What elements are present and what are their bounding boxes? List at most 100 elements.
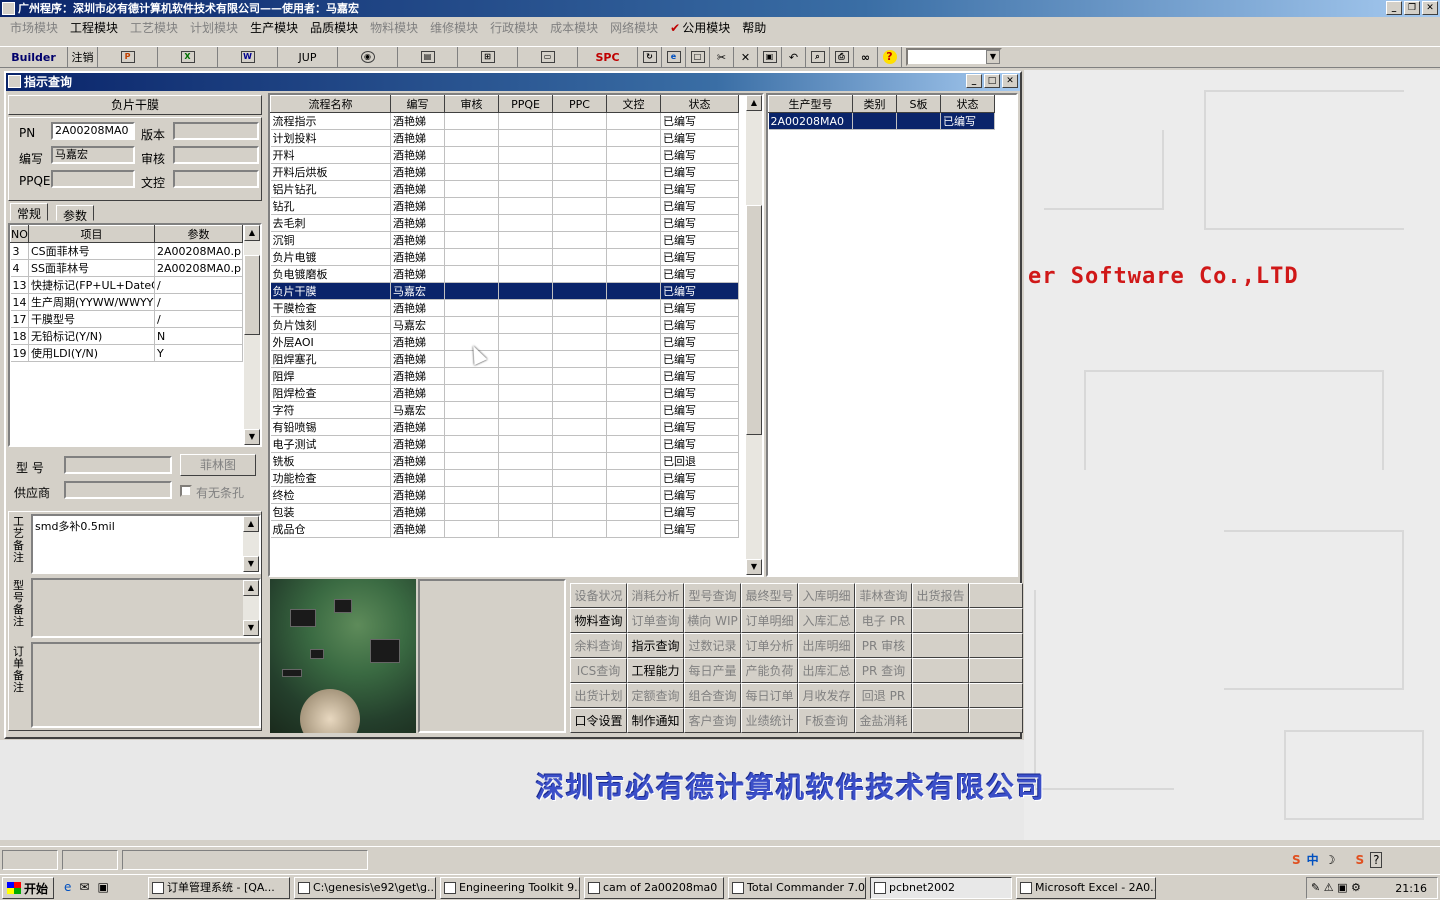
function-button-13[interactable]: 电子 PR xyxy=(855,608,912,633)
network-button[interactable]: ⊞ xyxy=(458,47,518,67)
function-button-15[interactable] xyxy=(969,608,1023,633)
powerpoint-button[interactable]: P xyxy=(98,47,158,67)
flow-table-row[interactable]: 阻焊塞孔 酒艳娣 已编写 xyxy=(270,350,739,368)
view-button[interactable]: ◉ xyxy=(338,47,398,67)
ppqe-field[interactable] xyxy=(51,170,135,188)
function-button-24[interactable]: ICS查询 xyxy=(570,658,627,683)
function-button-12[interactable]: 入库汇总 xyxy=(798,608,855,633)
flow-table-row[interactable]: 包装 酒艳娣 已编写 xyxy=(270,503,739,521)
flow-table-header-5[interactable]: 文控 xyxy=(606,95,661,113)
menu-item-9[interactable]: 成本模块 xyxy=(544,19,604,36)
flow-table-header-6[interactable]: 状态 xyxy=(660,95,739,113)
taskbar-task-2[interactable]: Engineering Toolkit 9.... xyxy=(440,877,580,899)
taskbar-task-6[interactable]: Microsoft Excel - 2A0... xyxy=(1016,877,1156,899)
flow-table-header-3[interactable]: PPQE xyxy=(498,95,553,113)
function-button-27[interactable]: 产能负荷 xyxy=(741,658,798,683)
save-button[interactable]: ▣ xyxy=(758,47,782,67)
function-button-44[interactable]: F板查询 xyxy=(798,708,855,733)
scroll-down-icon[interactable]: ▼ xyxy=(243,556,259,572)
sogou-toolbar-icon[interactable]: S xyxy=(1355,853,1364,867)
function-button-20[interactable]: 出库明细 xyxy=(798,633,855,658)
function-button-39[interactable] xyxy=(969,683,1023,708)
flow-table-row[interactable]: 阻焊 酒艳娣 已编写 xyxy=(270,367,739,385)
flow-table-row[interactable]: 流程指示 酒艳娣 已编写 xyxy=(270,112,739,130)
scroll-down-icon[interactable]: ▼ xyxy=(243,620,259,636)
taskbar-task-1[interactable]: C:\genesis\e92\get\g... xyxy=(294,877,436,899)
function-button-8[interactable]: 物料查询 xyxy=(570,608,627,633)
flow-table-row[interactable]: 阻焊检查 酒艳娣 已编写 xyxy=(270,384,739,402)
model-table-header-1[interactable]: 类别 xyxy=(852,95,897,113)
function-button-37[interactable]: 回退 PR xyxy=(855,683,912,708)
function-button-35[interactable]: 每日订单 xyxy=(741,683,798,708)
menu-item-3[interactable]: 计划模块 xyxy=(184,19,244,36)
help-button[interactable]: ? xyxy=(878,47,902,67)
param-table-row[interactable]: 14 生产周期(YYWW/WWYY) / xyxy=(10,293,243,311)
order-notes-field[interactable] xyxy=(31,642,261,728)
sogou-ime-icon[interactable]: S xyxy=(1292,853,1301,867)
scroll-thumb[interactable] xyxy=(244,255,260,335)
function-button-34[interactable]: 组合查询 xyxy=(684,683,741,708)
logout-button[interactable]: 注销 xyxy=(68,47,98,67)
taskbar-task-4[interactable]: Total Commander 7.0... xyxy=(728,877,866,899)
function-button-14[interactable] xyxy=(912,608,969,633)
taskbar-task-0[interactable]: 订单管理系统 - [QA... xyxy=(148,877,290,899)
start-button[interactable]: 开始 xyxy=(2,877,54,899)
menu-item-2[interactable]: 工艺模块 xyxy=(124,19,184,36)
scroll-up-icon[interactable]: ▲ xyxy=(243,580,259,596)
function-button-17[interactable]: 指示查询 xyxy=(627,633,684,658)
param-table-row[interactable]: 13 快捷标记(FP+UL+DateC / xyxy=(10,276,243,294)
model-table-header-2[interactable]: S板 xyxy=(896,95,941,113)
flow-table-row[interactable]: 电子测试 酒艳娣 已编写 xyxy=(270,435,739,453)
menu-item-1[interactable]: 工程模块 xyxy=(64,19,124,36)
menu-item-4[interactable]: 生产模块 xyxy=(244,19,304,36)
flow-table-row[interactable]: 负片干膜 马嘉宏 已编写 xyxy=(270,282,739,300)
flow-table-row[interactable]: 外层AOI 酒艳娣 已编写 xyxy=(270,333,739,351)
tab-parameters[interactable]: 参数 xyxy=(56,205,95,223)
window-minimize-button[interactable]: _ xyxy=(966,74,982,88)
builder-button[interactable]: Builder xyxy=(0,47,68,67)
scroll-thumb[interactable] xyxy=(746,205,762,435)
function-button-11[interactable]: 订单明细 xyxy=(741,608,798,633)
function-button-3[interactable]: 最终型号 xyxy=(741,583,798,608)
function-button-4[interactable]: 入库明细 xyxy=(798,583,855,608)
menu-item-6[interactable]: 物料模块 xyxy=(364,19,424,36)
param-table-scrollbar[interactable]: ▲ ▼ xyxy=(244,225,260,445)
model-field[interactable] xyxy=(64,456,172,474)
flow-table-row[interactable]: 负片蚀刻 马嘉宏 已编写 xyxy=(270,316,739,334)
window-close-button[interactable]: ✕ xyxy=(1002,74,1018,88)
flow-table-row[interactable]: 负片电镀 酒艳娣 已编写 xyxy=(270,248,739,266)
flow-table-header-1[interactable]: 编写 xyxy=(390,95,445,113)
flow-table-row[interactable]: 字符 马嘉宏 已编写 xyxy=(270,401,739,419)
toolbar-combo[interactable]: ▼ xyxy=(906,48,1002,66)
outlook-quicklaunch-icon[interactable]: ✉ xyxy=(79,880,89,894)
model-table-header-3[interactable]: 状态 xyxy=(940,95,995,113)
function-button-5[interactable]: 菲林查询 xyxy=(855,583,912,608)
undo-button[interactable]: ↶ xyxy=(782,47,806,67)
menu-item-12[interactable]: 帮助 xyxy=(736,19,772,36)
function-button-10[interactable]: 横向 WIP xyxy=(684,608,741,633)
flow-table-row[interactable]: 去毛刺 酒艳娣 已编写 xyxy=(270,214,739,232)
function-button-41[interactable]: 制作通知 xyxy=(627,708,684,733)
flow-table-row[interactable]: 负电镀磨板 酒艳娣 已编写 xyxy=(270,265,739,283)
flow-table-row[interactable]: 铣板 酒艳娣 已回退 xyxy=(270,452,739,470)
preview-button[interactable]: ⌕ xyxy=(806,47,830,67)
scroll-up-icon[interactable]: ▲ xyxy=(746,95,762,111)
moon-icon[interactable]: ☽ xyxy=(1325,853,1336,867)
param-table-row[interactable]: 17 干膜型号 / xyxy=(10,310,243,328)
function-button-0[interactable]: 设备状况 xyxy=(570,583,627,608)
function-button-29[interactable]: PR 查询 xyxy=(855,658,912,683)
menu-item-7[interactable]: 维修模块 xyxy=(424,19,484,36)
menu-item-0[interactable]: 市场模块 xyxy=(4,19,64,36)
print-button[interactable]: ⎙ xyxy=(830,47,854,67)
param-table-row[interactable]: 19 使用LDI(Y/N) Y xyxy=(10,344,243,362)
menu-item-8[interactable]: 行政模块 xyxy=(484,19,544,36)
close-button[interactable]: ✕ xyxy=(1422,1,1438,15)
computer-button[interactable]: ▭ xyxy=(518,47,578,67)
function-button-18[interactable]: 过数记录 xyxy=(684,633,741,658)
function-button-46[interactable] xyxy=(912,708,969,733)
excel-button[interactable]: X xyxy=(158,47,218,67)
pn-field[interactable]: 2A00208MA0 xyxy=(51,122,135,140)
function-button-9[interactable]: 订单查询 xyxy=(627,608,684,633)
flow-table-row[interactable]: 计划投料 酒艳娣 已编写 xyxy=(270,129,739,147)
function-button-7[interactable] xyxy=(969,583,1023,608)
